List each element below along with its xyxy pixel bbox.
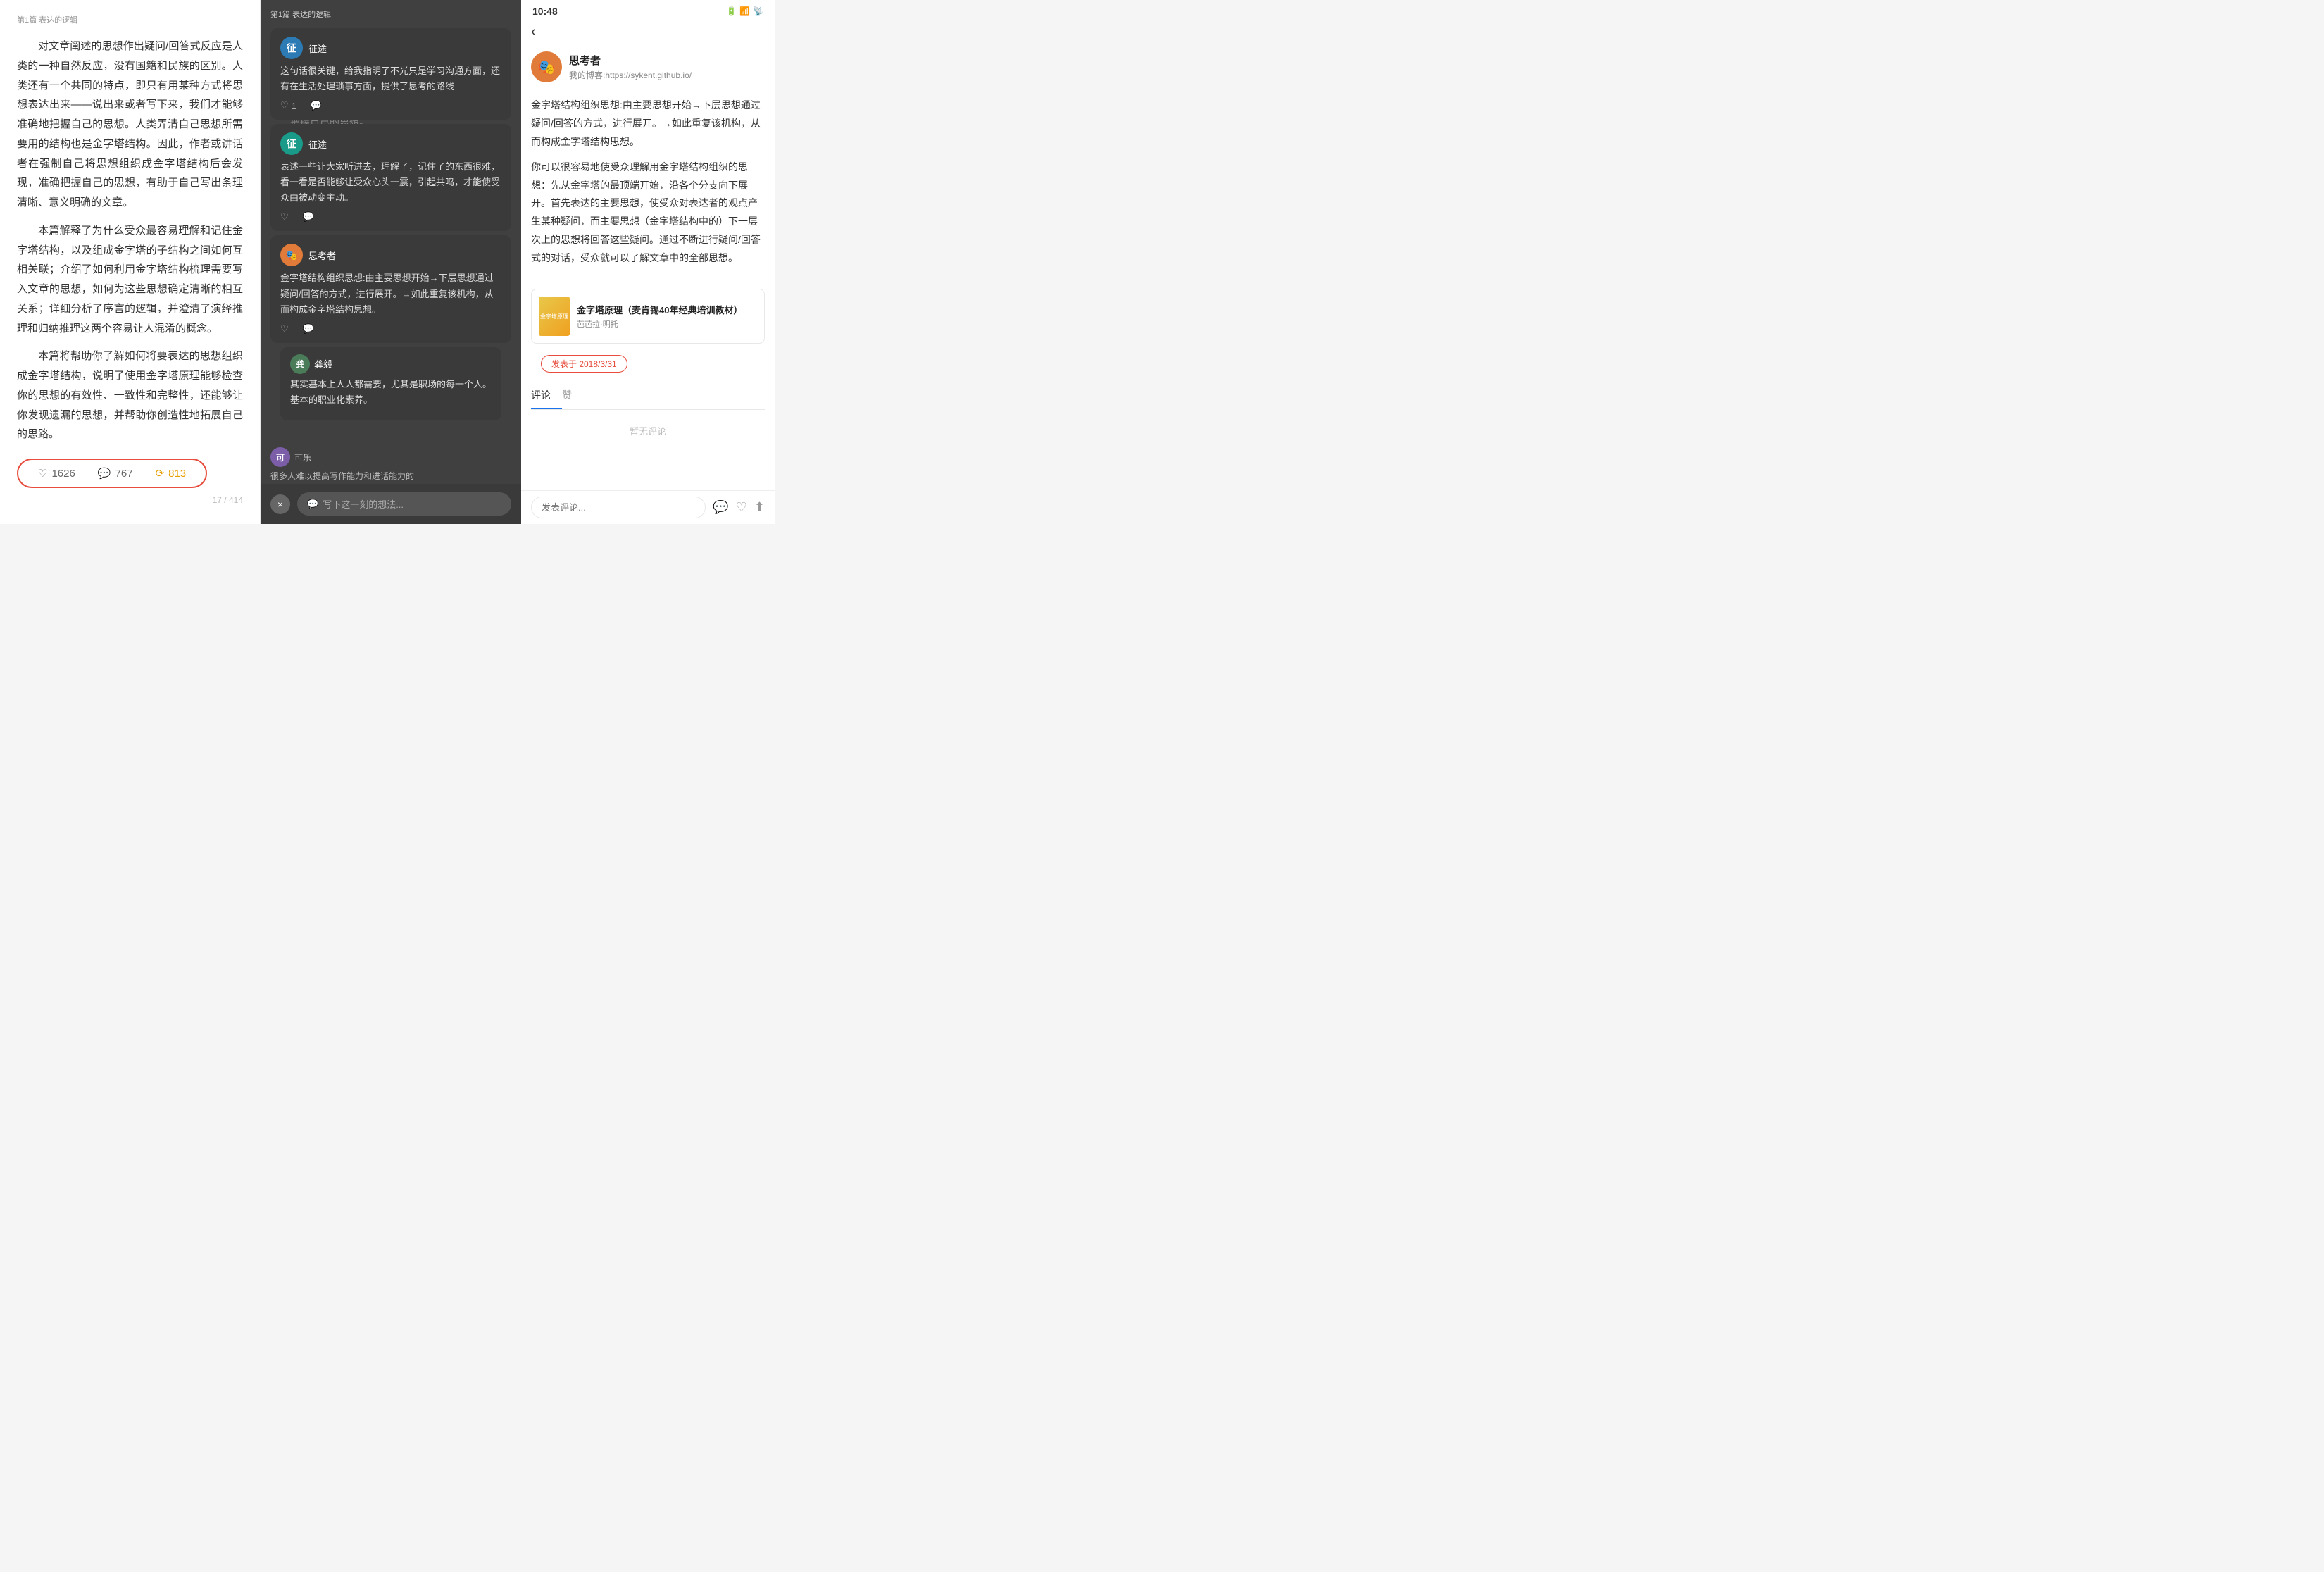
reply-icon-1: 💬 — [311, 100, 322, 111]
article-para-1: 金字塔结构组织思想:由主要思想开始→下层思想通过疑问/回答的方式，进行展开。→如… — [531, 96, 765, 151]
status-bar: 10:48 🔋 📶 📡 — [521, 0, 775, 20]
avatar-3: 🎭 — [280, 244, 303, 266]
status-icons: 🔋 📶 📡 — [726, 6, 763, 16]
comment-body-2: 表述一些让大家听进去，理解了，记住了的东西很难，看一看是否能够让受众心头一震，引… — [280, 159, 501, 206]
avatar-4: 龚 — [290, 354, 310, 374]
close-button[interactable]: × — [270, 494, 290, 514]
comment-user-4: 龚毅 — [314, 357, 332, 370]
tabs-row: 评论 赞 — [531, 382, 765, 410]
tab-like[interactable]: 赞 — [562, 382, 583, 409]
action-bar: ♡ 1626 💬 767 ⟳ 813 — [17, 458, 207, 488]
comment-header-1: 征 征途 — [280, 37, 501, 59]
article-para-2: 你可以很容易地使受众理解用金字塔结构组织的思想：先从金字塔的最顶端开始，沿各个分… — [531, 158, 765, 268]
page-number: 17 / 414 — [213, 495, 243, 505]
book-card[interactable]: 金字塔原理 金字塔原理（麦肯锡40年经典培训教材） 芭芭拉·明托 — [531, 289, 765, 344]
publish-date-wrapper: 发表于 2018/3/31 — [531, 351, 765, 377]
author-bio: 我的博客:https://sykent.github.io/ — [569, 69, 692, 81]
book-title: 金字塔原理（麦肯锡40年经典培训教材） — [577, 303, 742, 316]
heart-icon: ♡ — [38, 467, 47, 480]
article-panel: 第1篇 表达的逻辑 对文章阐述的思想作出疑问/回答式反应是人类的一种自然反应，没… — [0, 0, 261, 524]
comment-header-2: 征 征途 — [280, 132, 501, 155]
comment-actions-2: ♡ 💬 — [280, 211, 501, 223]
share-count: 813 — [168, 468, 186, 480]
comment-input-field[interactable] — [531, 497, 706, 518]
comment-action-heart[interactable]: ♡ — [736, 500, 747, 515]
share-icon: ⟳ — [156, 467, 165, 480]
author-section: 🎭 思考者 我的博客:https://sykent.github.io/ — [521, 44, 775, 89]
comment-icon: 💬 — [98, 467, 111, 480]
share-button[interactable]: ⟳ 813 — [156, 467, 187, 480]
no-comment-text: 暂无评论 — [521, 410, 775, 451]
article-content: 对文章阐述的思想作出疑问/回答式反应是人类的一种自然反应，没有国籍和民族的区别。… — [17, 37, 243, 444]
publish-date: 发表于 2018/3/31 — [541, 355, 627, 373]
article-comment-input-bar[interactable]: 💬 ♡ ⬆ — [521, 490, 775, 524]
paragraph-2: 本篇解释了为什么受众最容易理解和记住金字塔结构，以及组成金字塔的子结构之间如何互… — [17, 221, 243, 339]
avatar-2: 征 — [280, 132, 303, 155]
avatar-5: 可 — [270, 447, 290, 467]
like-count: 1626 — [51, 468, 75, 480]
comment-action-share[interactable]: ⬆ — [754, 500, 765, 515]
reply-icon-2: 💬 — [303, 211, 314, 223]
comment-button[interactable]: 💬 767 — [98, 467, 133, 480]
comment-card-2: 征 征途 表述一些让大家听进去，理解了，记住了的东西很难，看一看是否能够让受众心… — [270, 124, 511, 231]
comment-actions-1: ♡ 1 💬 — [280, 100, 501, 111]
wifi-icon: 📶 — [739, 6, 750, 16]
comment-body-4: 其实基本上人人都需要，尤其是职场的每一个人。基本的职业化素养。 — [290, 377, 492, 408]
book-info: 金字塔原理（麦肯锡40年经典培训教材） 芭芭拉·明托 — [577, 303, 742, 330]
comment-reply-1[interactable]: 💬 — [311, 100, 322, 111]
author-avatar: 🎭 — [531, 51, 562, 82]
comment-like-3[interactable]: ♡ — [280, 323, 289, 335]
comment-like-2[interactable]: ♡ — [280, 211, 289, 223]
avatar-1: 征 — [280, 37, 303, 59]
article-footer: ♡ 1626 💬 767 ⟳ 813 17 / 414 — [17, 458, 243, 488]
comment-reply-2[interactable]: 💬 — [303, 211, 314, 223]
comment-reply-3[interactable]: 💬 — [303, 323, 314, 335]
status-time: 10:48 — [532, 6, 558, 17]
heart-icon-1: ♡ — [280, 100, 289, 111]
nav-bar: ‹ — [521, 20, 775, 44]
comment-action-chat[interactable]: 💬 — [713, 500, 728, 515]
write-input[interactable]: 💬 写下这一刻的想法... — [297, 492, 511, 516]
comment-card-1: 征 征途 这句话很关键，给我指明了不光只是学习沟通方面，还有在生活处理琐事方面，… — [270, 28, 511, 120]
comment-like-1[interactable]: ♡ 1 — [280, 100, 296, 111]
comment-card-3: 🎭 思考者 金字塔结构组织思想:由主要思想开始→下层思想通过疑问/回答的方式，进… — [270, 235, 511, 342]
comment-body-3: 金字塔结构组织思想:由主要思想开始→下层思想通过疑问/回答的方式，进行展开。→如… — [280, 270, 501, 317]
author-name: 思考者 — [569, 53, 692, 68]
tab-comment[interactable]: 评论 — [531, 382, 562, 409]
comment-actions-3: ♡ 💬 — [280, 323, 501, 335]
like-num-1: 1 — [292, 101, 296, 111]
comment-body-5: 很多人难以提高写作能力和进话能力的 — [270, 470, 511, 482]
chat-icon: 💬 — [307, 499, 318, 510]
comment-user-2: 征途 — [308, 137, 327, 151]
battery-icon: 🔋 — [726, 6, 737, 16]
article-detail-panel: 10:48 🔋 📶 📡 ‹ 🎭 思考者 我的博客:https://sykent.… — [521, 0, 775, 524]
paragraph-1: 对文章阐述的思想作出疑问/回答式反应是人类的一种自然反应，没有国籍和民族的区别。… — [17, 37, 243, 213]
write-placeholder: 写下这一刻的想法... — [323, 497, 404, 511]
book-author: 芭芭拉·明托 — [577, 318, 742, 330]
paragraph-3: 本篇将帮助你了解如何将要表达的思想组织成金字塔结构，说明了使用金字塔原理能够检查… — [17, 347, 243, 444]
breadcrumb-2: 第1篇 表达的逻辑 — [261, 0, 521, 25]
reply-icon-3: 💬 — [303, 323, 314, 335]
article-body: 金字塔结构组织思想:由主要思想开始→下层思想通过疑问/回答的方式，进行展开。→如… — [521, 89, 775, 282]
comment-count: 767 — [115, 468, 133, 480]
heart-icon-3: ♡ — [280, 323, 289, 335]
comment-body-1: 这句话很关键，给我指明了不光只是学习沟通方面，还有在生活处理琐事方面，提供了思考… — [280, 63, 501, 94]
comment-card-4-partial: 龚 龚毅 其实基本上人人都需要，尤其是职场的每一个人。基本的职业化素养。 — [280, 347, 501, 420]
comment-user-5: 可乐 — [294, 451, 311, 463]
signal-icon: 📡 — [753, 6, 763, 16]
partial-user-row: 可 可乐 很多人难以提高写作能力和进话能力的 — [270, 447, 511, 482]
comment-user-3: 思考者 — [308, 249, 336, 262]
comment-header-4: 龚 龚毅 — [290, 354, 492, 374]
book-cover-image: 金字塔原理 — [539, 297, 570, 336]
breadcrumb-1: 第1篇 表达的逻辑 — [17, 14, 243, 25]
author-details: 思考者 我的博客:https://sykent.github.io/ — [569, 53, 692, 81]
comment-user-1: 征途 — [308, 42, 327, 55]
comments-panel: 第1篇 表达的逻辑 类的一种自然反应，没有国籍和民族的区别，人类还有一个共同的特… — [261, 0, 521, 524]
back-button[interactable]: ‹ — [531, 24, 536, 40]
comment-list: 征 征途 这句话很关键，给我指明了不光只是学习沟通方面，还有在生活处理琐事方面，… — [261, 28, 521, 420]
heart-icon-2: ♡ — [280, 211, 289, 223]
comment-header-3: 🎭 思考者 — [280, 244, 501, 266]
like-button[interactable]: ♡ 1626 — [38, 467, 75, 480]
comment-input-bar[interactable]: × 💬 写下这一刻的想法... — [261, 484, 521, 524]
